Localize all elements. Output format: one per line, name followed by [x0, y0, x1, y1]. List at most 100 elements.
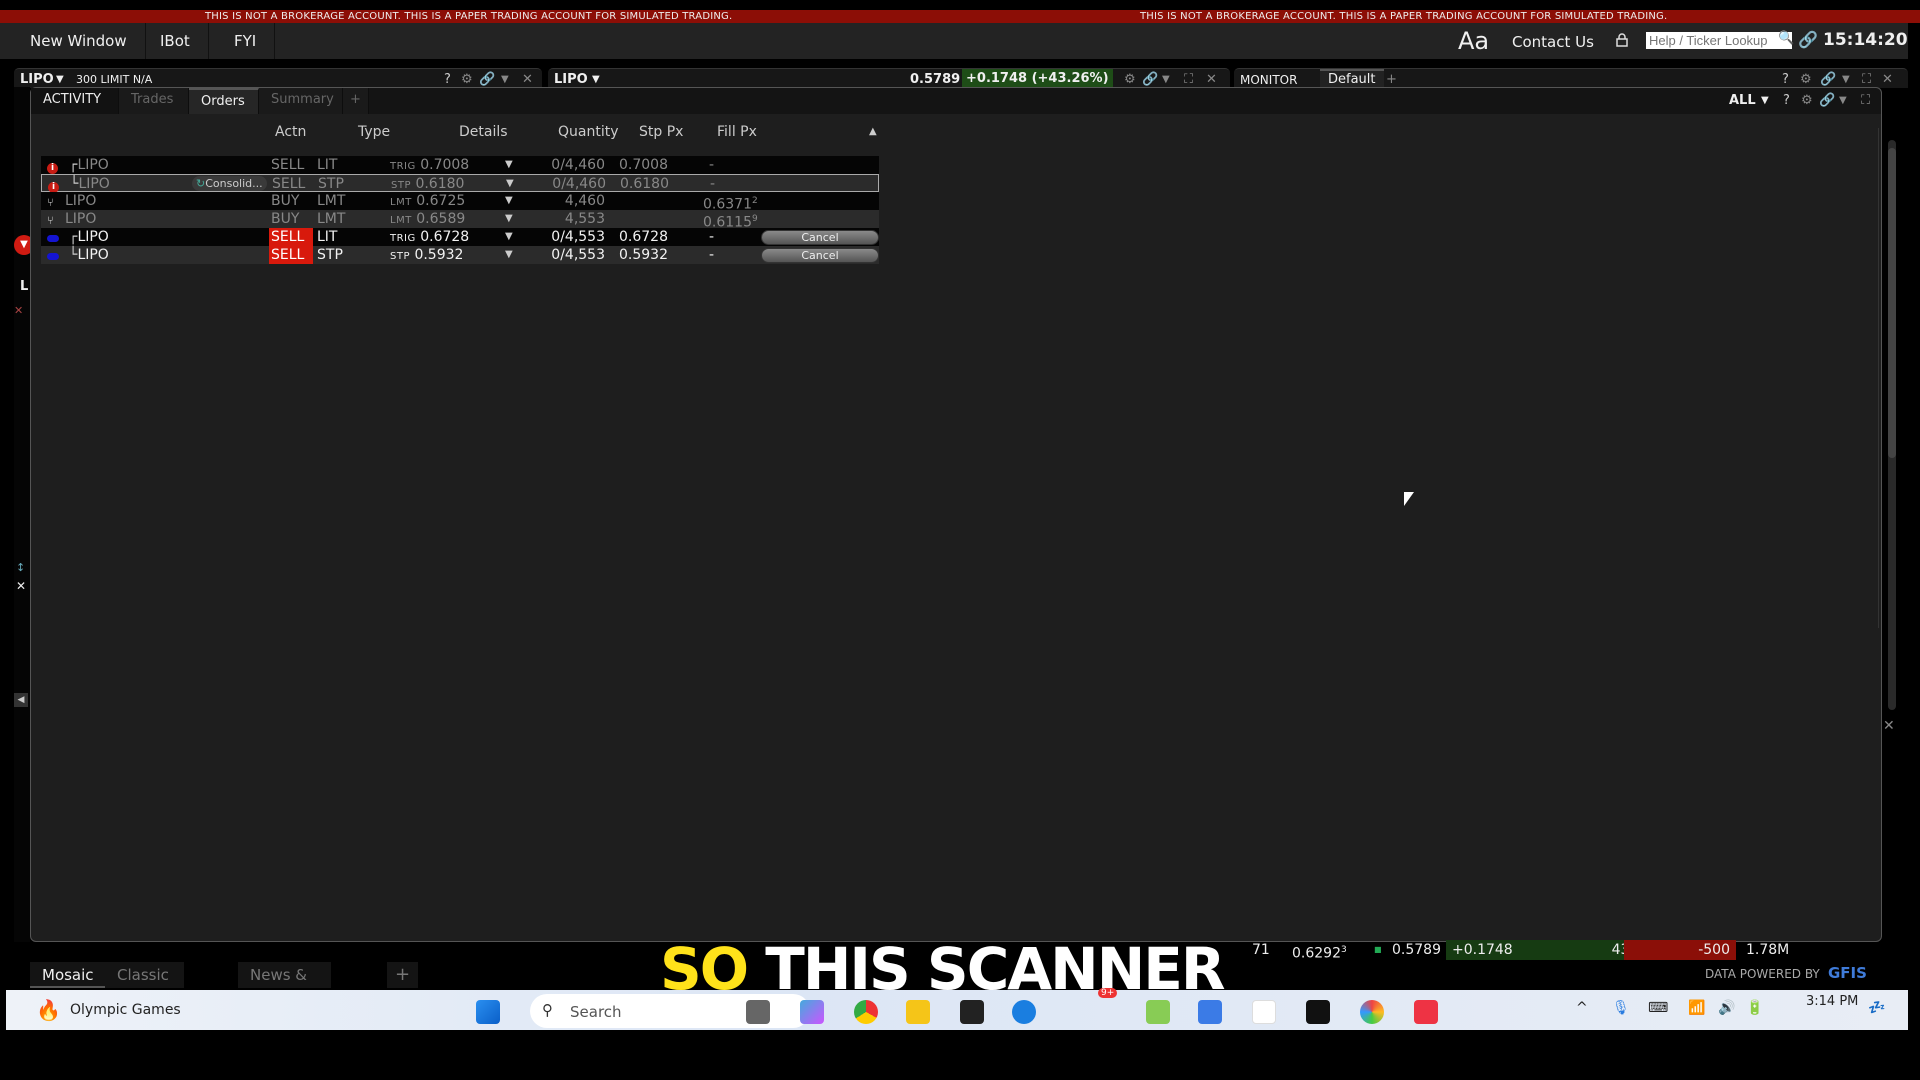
- close-icon[interactable]: ✕: [1882, 72, 1893, 87]
- windows-start-icon[interactable]: [476, 1000, 500, 1024]
- order-row[interactable]: └LIPO SELL STP STP 0.5932 ▼ 0/4,553 0.5932- Can…: [41, 246, 879, 264]
- col-actn[interactable]: Actn: [275, 124, 306, 140]
- col-details[interactable]: Details: [459, 124, 508, 140]
- link-icon[interactable]: 🔗: [1798, 30, 1818, 49]
- chevron-down-icon[interactable]: ▼: [1842, 74, 1850, 85]
- taskview-icon[interactable]: [746, 1000, 770, 1024]
- cancel-order-button[interactable]: Cancel: [761, 230, 879, 245]
- add-tab-button[interactable]: +: [1386, 72, 1397, 87]
- col-type[interactable]: Type: [358, 124, 390, 140]
- tab-activity[interactable]: ACTIVITY: [31, 88, 119, 114]
- news-widget-title[interactable]: Olympic Games: [70, 1002, 181, 1018]
- maximize-icon[interactable]: ⛶: [1862, 72, 1871, 87]
- add-tab-button[interactable]: +: [343, 88, 369, 114]
- order-symbol[interactable]: LIPO: [65, 210, 96, 228]
- order-row[interactable]: i └LIPO ↻Consolid... SELL STP STP 0.6180 ▼ 0/4,…: [41, 174, 879, 193]
- chevron-down-icon[interactable]: ▼: [1162, 74, 1170, 85]
- notepad-icon[interactable]: [1198, 1000, 1222, 1024]
- new-window-button[interactable]: New Window: [12, 23, 146, 59]
- tab-default[interactable]: Default: [1320, 69, 1384, 89]
- tab-classic-trading[interactable]: Classic Trading: [105, 962, 185, 1010]
- order-row[interactable]: ┌LIPO SELL LIT TRIG 0.6728 ▼ 0/4,553 0.6728 - Ca…: [41, 228, 879, 246]
- link-icon[interactable]: 🔗: [479, 72, 495, 87]
- app-icon[interactable]: [960, 1000, 984, 1024]
- chevron-up-icon[interactable]: ^: [1576, 1000, 1588, 1016]
- fyi-button[interactable]: FYI: [216, 23, 276, 59]
- link-icon[interactable]: 🔗: [1820, 72, 1836, 87]
- lock-icon[interactable]: [1615, 33, 1629, 47]
- chevron-down-icon[interactable]: ▼: [1761, 95, 1769, 106]
- help-icon[interactable]: ?: [1782, 72, 1789, 87]
- order-entry-symbol[interactable]: LIPO: [20, 72, 54, 87]
- tab-summary[interactable]: Summary: [259, 88, 343, 114]
- close-icon[interactable]: ✕: [522, 72, 533, 87]
- chevron-down-icon[interactable]: ▼: [592, 74, 600, 85]
- close-icon[interactable]: ✕: [1206, 72, 1217, 87]
- help-icon[interactable]: ?: [444, 72, 451, 87]
- app-red-icon[interactable]: [1252, 1000, 1276, 1024]
- ticker-lookup-input[interactable]: [1646, 32, 1792, 49]
- order-row[interactable]: ⑂ LIPO BUY LMT LMT 0.6725 ▼ 4,460 0.63712: [41, 192, 879, 213]
- file-explorer-icon[interactable]: [906, 1000, 930, 1024]
- chevron-down-icon[interactable]: ▼: [56, 74, 64, 85]
- tab-monitor[interactable]: MONITOR: [1240, 73, 1297, 87]
- tab-trades[interactable]: Trades: [119, 88, 189, 114]
- order-row[interactable]: i ┌LIPO SELL LIT TRIG 0.7008 ▼ 0/4,460 0.7008 -: [41, 156, 879, 174]
- copilot-icon[interactable]: [800, 1000, 824, 1024]
- wifi-icon[interactable]: 📶: [1688, 1000, 1705, 1016]
- help-icon[interactable]: ?: [1783, 93, 1790, 108]
- info-icon[interactable]: i: [47, 163, 58, 174]
- gear-icon[interactable]: ⚙: [1124, 72, 1136, 87]
- gear-icon[interactable]: ⚙: [1801, 93, 1813, 108]
- tab-mosaic[interactable]: Mosaic: [30, 962, 106, 988]
- photos-icon[interactable]: [1360, 1000, 1384, 1024]
- maximize-icon[interactable]: ⛶: [1861, 93, 1870, 108]
- chevron-down-icon[interactable]: ▼: [505, 228, 513, 246]
- col-stp-px[interactable]: Stp Px: [639, 124, 683, 140]
- tab-orders[interactable]: Orders: [189, 88, 259, 114]
- cancel-order-button[interactable]: Cancel: [761, 248, 879, 263]
- ibot-button[interactable]: IBot: [142, 23, 209, 59]
- pycharm-icon[interactable]: [1306, 1000, 1330, 1024]
- taskbar-time[interactable]: 3:14 PM: [1806, 994, 1858, 1009]
- skype-icon[interactable]: [1012, 1000, 1036, 1024]
- notepad-frog-icon[interactable]: [1146, 1000, 1170, 1024]
- order-symbol[interactable]: LIPO: [65, 192, 96, 210]
- gear-icon[interactable]: ⚙: [1800, 72, 1812, 87]
- chevron-down-icon[interactable]: ▼: [506, 175, 514, 193]
- keyboard-icon[interactable]: ⌨: [1648, 1000, 1668, 1016]
- gear-icon[interactable]: ⚙: [461, 72, 473, 87]
- close-icon[interactable]: ✕: [14, 304, 23, 317]
- maximize-icon[interactable]: ⛶: [1184, 72, 1193, 87]
- collapse-left-icon[interactable]: ◀: [14, 693, 28, 707]
- olympic-torch-icon[interactable]: 🔥: [36, 998, 61, 1022]
- font-size-icon[interactable]: Aa: [1458, 27, 1489, 55]
- order-symbol[interactable]: ┌LIPO: [69, 228, 109, 246]
- chevron-down-icon[interactable]: ▼: [1839, 95, 1847, 106]
- order-row[interactable]: ⑂ LIPO BUY LMT LMT 0.6589 ▼ 4,553 0.61159: [41, 210, 879, 231]
- order-symbol[interactable]: └LIPO: [69, 246, 109, 264]
- chrome-icon[interactable]: [854, 1000, 878, 1024]
- add-column-icon[interactable]: ↕: [16, 561, 25, 574]
- quote-symbol[interactable]: LIPO: [554, 72, 588, 87]
- chevron-down-icon[interactable]: ▼: [505, 192, 513, 210]
- close-icon[interactable]: ✕: [16, 579, 26, 593]
- chevron-down-icon[interactable]: ▼: [501, 74, 509, 85]
- link-icon[interactable]: 🔗: [1819, 93, 1835, 108]
- chevron-down-icon[interactable]: ▼: [505, 246, 513, 264]
- chevron-down-icon[interactable]: ▼: [505, 156, 513, 174]
- order-symbol[interactable]: ┌LIPO: [69, 156, 109, 174]
- focus-sleep-icon[interactable]: 💤: [1868, 1000, 1885, 1016]
- tab-news-research[interactable]: News & Research: [238, 962, 331, 1010]
- col-fill-px[interactable]: Fill Px: [717, 124, 757, 140]
- microphone-icon[interactable]: 🎙: [1612, 1000, 1630, 1016]
- contact-us-button[interactable]: Contact Us: [1512, 33, 1594, 51]
- link-icon[interactable]: 🔗: [1142, 72, 1158, 87]
- order-symbol[interactable]: └LIPO: [70, 175, 110, 193]
- col-quantity[interactable]: Quantity: [558, 124, 619, 140]
- volume-icon[interactable]: 🔊: [1718, 1000, 1735, 1016]
- close-icon[interactable]: ✕: [1883, 718, 1895, 734]
- filter-dropdown[interactable]: ALL: [1729, 93, 1756, 108]
- screen-recorder-icon[interactable]: [1414, 1000, 1438, 1024]
- scrollbar-thumb[interactable]: [1888, 148, 1896, 458]
